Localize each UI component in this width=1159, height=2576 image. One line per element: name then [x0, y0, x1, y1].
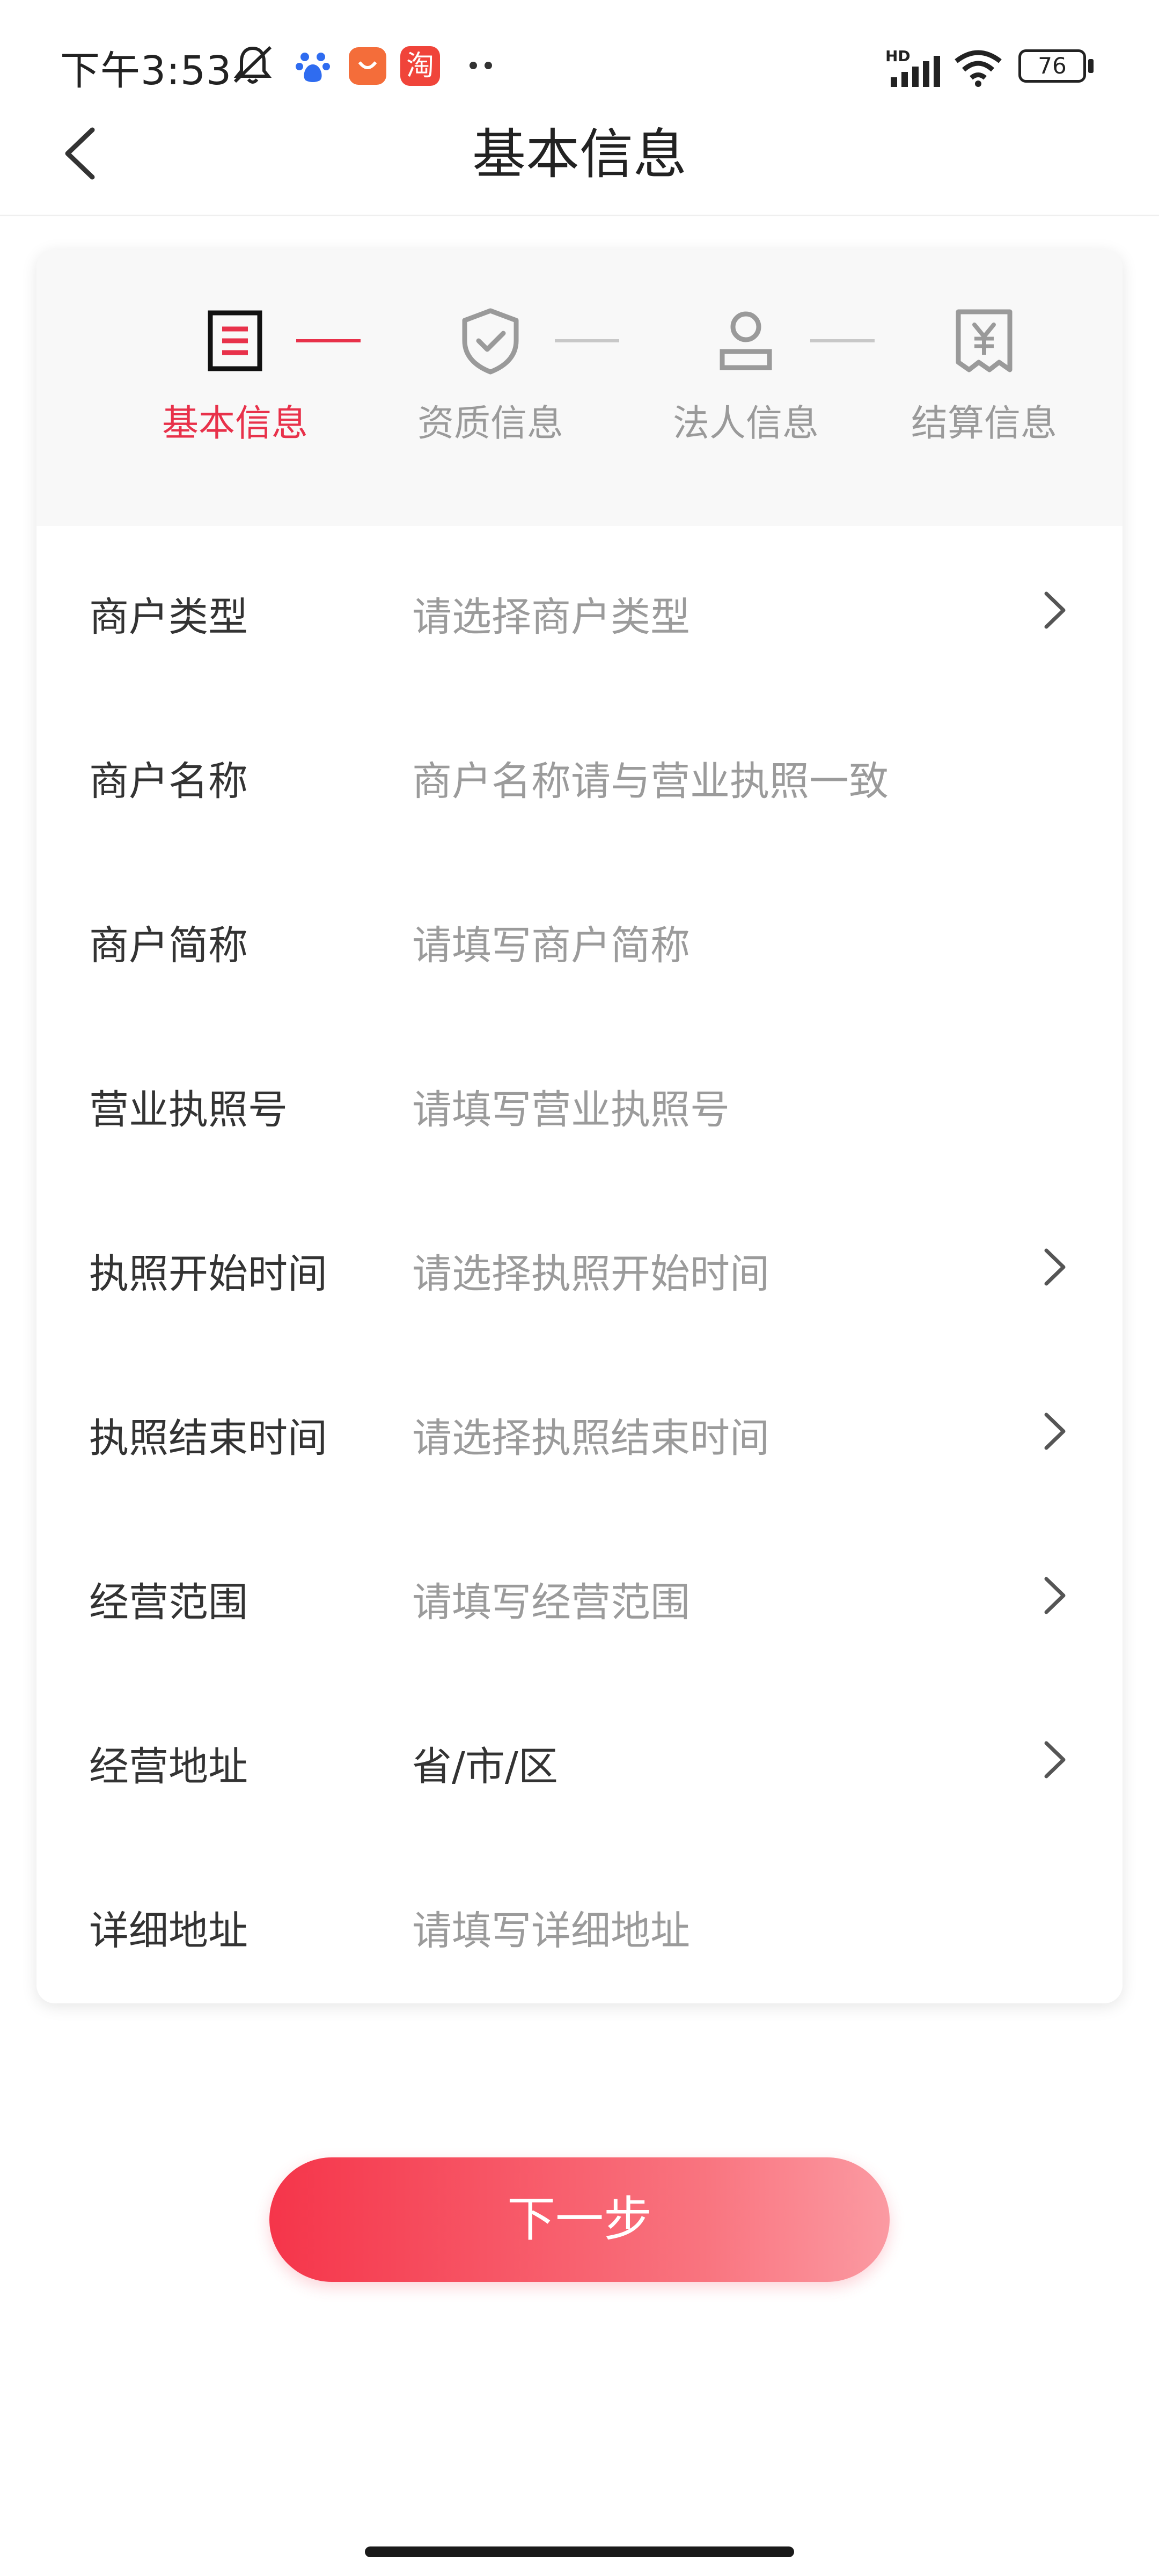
- wifi-icon: [955, 50, 1002, 87]
- document-icon: [208, 310, 262, 371]
- license-start-date-row[interactable]: 执照开始时间 请选择执照开始时间: [36, 1183, 1123, 1347]
- page-title: 基本信息: [472, 123, 687, 186]
- bell-muted-icon: [233, 46, 272, 84]
- region-select[interactable]: 省/市/区: [412, 1735, 558, 1792]
- yuan-receipt-icon: [956, 309, 1013, 372]
- chevron-right-icon: [1044, 1741, 1066, 1779]
- step-basic-info: 基本信息: [149, 303, 321, 447]
- field-label: 商户名称: [89, 758, 248, 804]
- field-label: 执照结束时间: [89, 1415, 327, 1461]
- business-scope-row[interactable]: 经营范围 请填写经营范围: [36, 1511, 1123, 1675]
- detailed-address-row[interactable]: 详细地址 请填写详细地址: [36, 1840, 1123, 2003]
- detailed-address-input[interactable]: 请填写详细地址: [412, 1899, 690, 1956]
- license-end-date-row[interactable]: 执照结束时间 请选择执照结束时间: [36, 1347, 1123, 1511]
- home-indicator[interactable]: [365, 2546, 794, 2557]
- step-connector: [555, 339, 619, 342]
- merchant-short-name-row[interactable]: 商户简称 请填写商户简称: [36, 854, 1123, 1019]
- step-qualification-info: 资质信息: [405, 303, 576, 447]
- taobao-app-icon: 淘: [400, 46, 440, 86]
- more-notifications-icon: [470, 62, 492, 69]
- merchant-name-row[interactable]: 商户名称 商户名称请与营业执照一致: [36, 690, 1123, 854]
- battery-tip: [1088, 59, 1094, 73]
- field-label: 详细地址: [89, 1908, 248, 1954]
- form-card: 基本信息 资质信息 法人信息 结算信息 商户类型 请选择商户类型 商户名称 商户…: [36, 250, 1123, 2003]
- form-rows: 商户类型 请选择商户类型 商户名称 商户名称请与营业执照一致 商户简称 请填写商…: [36, 526, 1123, 2003]
- field-label: 营业执照号: [89, 1087, 288, 1133]
- field-label: 商户类型: [89, 594, 248, 640]
- merchant-type-select[interactable]: 请选择商户类型: [412, 585, 690, 642]
- step-label: 资质信息: [417, 402, 563, 445]
- step-legal-person-info: 法人信息: [660, 303, 832, 447]
- step-settlement-info: 结算信息: [898, 303, 1070, 447]
- merchant-short-name-input[interactable]: 请填写商户简称: [412, 913, 690, 971]
- business-license-number-row[interactable]: 营业执照号 请填写营业执照号: [36, 1019, 1123, 1183]
- person-icon: [720, 311, 772, 370]
- battery-indicator: 76: [1018, 49, 1086, 83]
- step-label: 法人信息: [672, 402, 819, 445]
- business-license-number-input[interactable]: 请填写营业执照号: [412, 1078, 730, 1135]
- business-scope-input[interactable]: 请填写经营范围: [412, 1570, 690, 1628]
- shopping-app-icon: [349, 47, 386, 85]
- chevron-right-icon: [1044, 1577, 1066, 1614]
- next-step-button[interactable]: 下一步: [269, 2157, 890, 2282]
- field-label: 经营范围: [89, 1579, 248, 1626]
- status-bar: 下午3:53 淘 HD 76: [0, 0, 1159, 94]
- header: 基本信息: [0, 91, 1159, 216]
- license-end-date-select[interactable]: 请选择执照结束时间: [412, 1406, 769, 1463]
- shield-check-icon: [462, 308, 519, 375]
- status-time: 下午3:53: [60, 48, 232, 94]
- signal-icon: [891, 56, 940, 87]
- step-connector: [296, 339, 361, 342]
- step-label: 结算信息: [911, 402, 1057, 445]
- step-progress: 基本信息 资质信息 法人信息 结算信息: [36, 250, 1123, 526]
- license-start-date-select[interactable]: 请选择执照开始时间: [412, 1242, 769, 1299]
- merchant-type-row[interactable]: 商户类型 请选择商户类型: [36, 526, 1123, 690]
- step-connector: [810, 339, 875, 342]
- chevron-right-icon: [1044, 1248, 1066, 1286]
- chevron-right-icon: [1044, 1413, 1066, 1450]
- field-label: 执照开始时间: [89, 1251, 327, 1297]
- chevron-right-icon: [1044, 591, 1066, 629]
- merchant-name-input[interactable]: 商户名称请与营业执照一致: [412, 749, 889, 807]
- baidu-app-icon: [296, 53, 330, 82]
- field-label: 经营地址: [89, 1744, 248, 1790]
- field-label: 商户简称: [89, 923, 248, 969]
- business-address-row[interactable]: 经营地址 省/市/区: [36, 1675, 1123, 1840]
- step-label: 基本信息: [162, 402, 308, 445]
